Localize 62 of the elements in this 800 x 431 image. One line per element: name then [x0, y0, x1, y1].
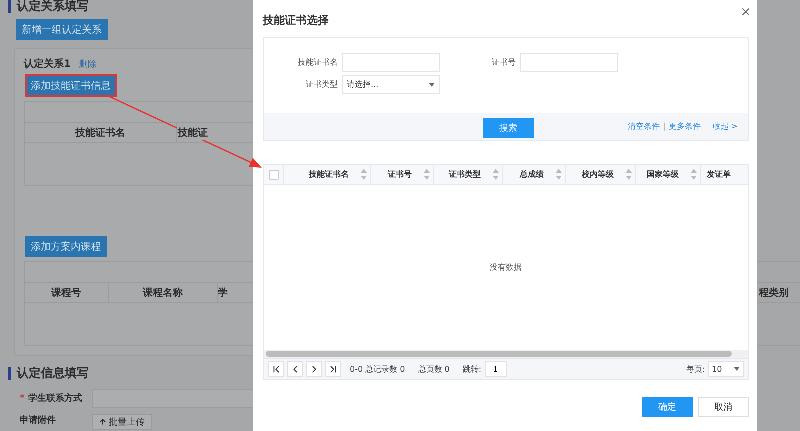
column-header: 总成绩 — [520, 169, 544, 180]
input-field[interactable] — [520, 53, 618, 72]
jump-field[interactable]: 1 — [484, 361, 507, 377]
column-header: 证书号 — [388, 169, 412, 180]
sort-icon[interactable] — [361, 169, 367, 180]
search-button[interactable]: 搜索 — [483, 118, 534, 138]
field-label: 技能证书名 — [297, 57, 338, 68]
link-separator: | — [663, 122, 666, 131]
add-certificate-button[interactable]: 添加技能证书信息 — [25, 74, 117, 97]
dialog-title: 技能证书选择 — [263, 13, 330, 27]
empty-message: 没有数据 — [490, 262, 522, 273]
contact-label: * 学生联系方式 — [19, 392, 84, 404]
contact-field[interactable] — [92, 388, 253, 408]
upload-button[interactable]: 批量上传 — [92, 414, 152, 430]
field-label: 证书类型 — [305, 79, 338, 90]
first-page-button[interactable] — [268, 361, 284, 377]
column-header: 程类别 — [759, 286, 789, 300]
type-select[interactable]: 请选择... — [342, 75, 440, 94]
per-page-select[interactable]: 10 — [708, 361, 744, 377]
horizontal-scrollbar[interactable] — [264, 350, 748, 358]
close-button[interactable] — [740, 6, 752, 18]
add-course-button[interactable]: 添加方案内课程 — [25, 236, 107, 257]
column-header: 课程号 — [25, 283, 109, 302]
field-label: 证书号 — [491, 57, 516, 68]
confirm-button[interactable]: 确定 — [642, 397, 693, 417]
close-icon — [740, 6, 752, 18]
relation-title: 认定关系1 — [24, 57, 71, 71]
upload-icon — [99, 418, 107, 426]
jump-label: 跳转: — [462, 364, 482, 374]
column-header: 学 — [218, 286, 229, 300]
column-header: 证书类型 — [449, 169, 481, 180]
column-header: 技能证书名 — [74, 126, 126, 140]
page-count: 总页数 0 — [418, 364, 450, 374]
column-header: 技能证书名 — [309, 169, 349, 180]
record-count: 0-0 总记录数 0 — [350, 364, 406, 374]
sort-icon[interactable] — [493, 169, 499, 180]
next-page-button[interactable] — [306, 361, 322, 377]
column-header: 发证单 — [707, 169, 731, 180]
sort-icon[interactable] — [424, 169, 430, 180]
column-header: 课程名称 — [109, 283, 218, 302]
per-page-label: 每页: — [686, 364, 705, 374]
attachment-label: 申请附件 — [19, 414, 57, 426]
column-header: 校内等级 — [582, 169, 614, 180]
collapse-link[interactable]: 收起 > — [712, 121, 738, 132]
last-page-button[interactable] — [325, 361, 341, 377]
add-group-button[interactable]: 新增一组认定关系 — [16, 19, 108, 40]
sort-icon[interactable] — [691, 169, 697, 180]
column-header: 技能证 — [177, 126, 209, 140]
sort-icon[interactable] — [626, 169, 632, 180]
previous-page-button[interactable] — [287, 361, 303, 377]
dropdown-caret-icon — [734, 367, 740, 371]
more-conditions-link[interactable]: 更多条件 — [668, 121, 701, 132]
delete-link[interactable]: 删除 — [78, 58, 97, 70]
last-page-icon — [328, 364, 338, 374]
cancel-button[interactable]: 取消 — [698, 397, 749, 417]
select-all-checkbox[interactable] — [268, 170, 278, 180]
dropdown-caret-icon — [429, 82, 435, 86]
input-field[interactable] — [342, 53, 440, 72]
clear-conditions-link[interactable]: 清空条件 — [628, 121, 660, 132]
required-mark: * — [20, 394, 25, 404]
column-header: 国家等级 — [647, 169, 679, 180]
sort-icon[interactable] — [556, 169, 562, 180]
